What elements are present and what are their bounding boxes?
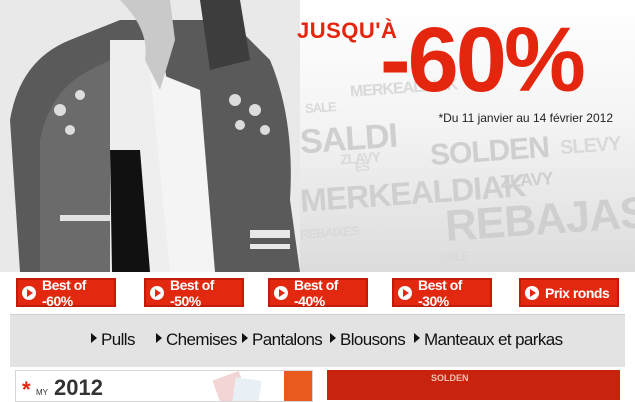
play-icon: [525, 285, 539, 300]
button-label: Best of -30%: [418, 276, 462, 309]
nav-label: Blousons: [340, 330, 406, 349]
arrow-right-icon: [414, 333, 420, 343]
bg-word: SOLDEN: [428, 130, 550, 173]
bg-word: REBAIXES: [299, 222, 359, 243]
best-of-30-button[interactable]: Best of -30%: [392, 276, 492, 309]
bg-word: SLEVY: [559, 132, 622, 160]
nav-label: Pantalons: [252, 330, 323, 349]
sale-hero-banner[interactable]: SALDI SOLDEN MERKEALDIAK ZLAVY MERKEALDI…: [0, 0, 635, 272]
best-of-40-button[interactable]: Best of -40%: [268, 276, 368, 309]
jusqu-label: JUSQU'À: [297, 18, 398, 43]
bg-word: SALE: [304, 98, 337, 117]
arrow-right-icon: [91, 333, 97, 343]
bg-word: ES: [354, 159, 370, 175]
nav-item-manteaux-parkas[interactable]: Manteaux et parkas: [414, 330, 563, 350]
solden-word: SOLDEN: [431, 373, 469, 383]
button-label: Best of -50%: [170, 276, 214, 309]
play-icon: [150, 285, 164, 300]
nav-label: Manteaux et parkas: [424, 330, 563, 349]
solden-promo-panel[interactable]: SOLDEN: [327, 370, 620, 400]
nav-label: Chemises: [166, 330, 237, 349]
category-button-row: Best of -60% Best of -50% Best of -40% B…: [0, 272, 635, 314]
prix-ronds-button[interactable]: Prix ronds: [519, 278, 619, 307]
play-icon: [274, 285, 288, 300]
discount-percent: -60%: [380, 9, 586, 111]
button-label: Best of -60%: [42, 276, 86, 309]
nav-item-blousons[interactable]: Blousons: [330, 330, 406, 350]
nav-item-chemises[interactable]: Chemises: [156, 330, 237, 350]
button-label: Prix ronds: [545, 284, 610, 301]
asterisk-icon: *: [22, 377, 31, 402]
arrow-right-icon: [330, 333, 336, 343]
play-icon: [22, 285, 36, 300]
button-label: Best of -40%: [294, 276, 338, 309]
model-photo: [0, 0, 300, 272]
bg-word: ZLAVY: [499, 168, 554, 192]
nav-label: Pulls: [101, 330, 135, 349]
arrow-right-icon: [156, 333, 162, 343]
year-label: 2012: [54, 375, 103, 400]
sale-dates: *Du 11 janvier au 14 février 2012: [438, 111, 613, 125]
best-of-50-button[interactable]: Best of -50%: [144, 276, 244, 309]
my-2012-promo-panel[interactable]: * MY 2012: [15, 370, 313, 402]
decorative-stripe: [284, 371, 312, 401]
nav-item-pulls[interactable]: Pulls: [91, 330, 135, 350]
bg-word: SALE: [439, 249, 469, 265]
my-label: MY: [36, 388, 48, 397]
best-of-60-button[interactable]: Best of -60%: [16, 276, 116, 309]
category-nav: Pulls Chemises Pantalons Blousons Mantea…: [10, 314, 625, 367]
nav-item-pantalons[interactable]: Pantalons: [242, 330, 323, 350]
play-icon: [398, 285, 412, 300]
arrow-right-icon: [242, 333, 248, 343]
tag-image: [232, 377, 262, 401]
